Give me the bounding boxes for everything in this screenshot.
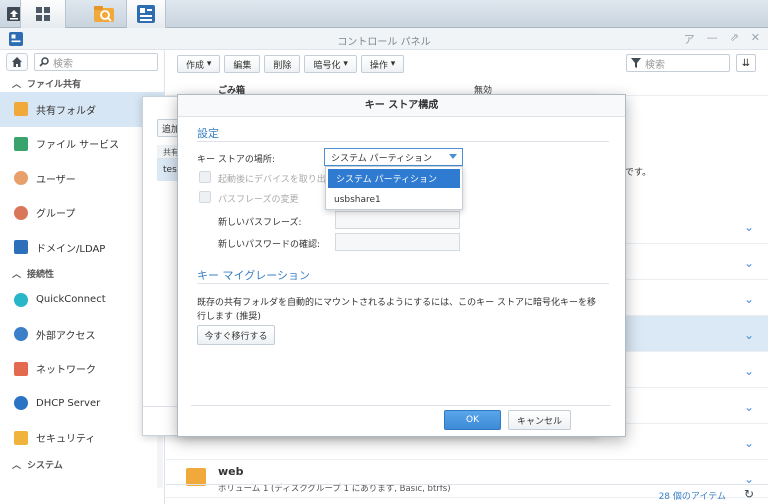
chevron-down-icon[interactable]: ⌄ <box>744 364 754 378</box>
help-icon[interactable]: ア <box>684 31 695 47</box>
shared-folder-icon <box>14 102 28 117</box>
section-file-sharing[interactable]: ︿ ファイル共有 <box>0 74 164 92</box>
sidebar-item-network[interactable]: ネットワーク <box>0 352 164 387</box>
collapse-icon: ︿ <box>12 460 22 471</box>
confirm-password-label: 新しいパスワードの確認: <box>218 240 321 250</box>
sidebar: 検索 ︿ ファイル共有 共有フォルダ ファイル サービス ユーザー グループ ドメ… <box>0 50 165 504</box>
dhcp-icon <box>14 396 28 411</box>
encrypt-button[interactable]: 暗号化 ▾ <box>304 55 357 73</box>
sort-button[interactable]: ⇊ <box>736 54 756 72</box>
section-connectivity[interactable]: ︿ 接続性 <box>0 265 164 283</box>
migrate-now-button[interactable]: 今すぐ移行する <box>197 325 275 345</box>
sidebar-item-group[interactable]: グループ <box>0 196 164 231</box>
new-passphrase-input[interactable] <box>335 211 460 229</box>
ok-button[interactable]: OK <box>444 410 501 430</box>
user-icon <box>14 171 28 186</box>
chevron-down-icon[interactable]: ⌄ <box>744 400 754 414</box>
new-passphrase-label: 新しいパスフレーズ: <box>218 218 302 228</box>
confirm-password-input[interactable] <box>335 233 460 251</box>
control-panel-task-button[interactable] <box>126 0 166 28</box>
group-icon <box>14 205 28 220</box>
change-passphrase-label: パスフレーズの変更 <box>218 195 299 205</box>
sidebar-item-quickconnect[interactable]: QuickConnect <box>0 283 164 318</box>
filter-icon <box>631 58 641 68</box>
filter-search-input[interactable]: 検索 <box>626 54 730 72</box>
list-footer: 28 個のアイテム ↻ <box>166 484 768 504</box>
create-button[interactable]: 作成 ▾ <box>177 55 221 73</box>
action-button[interactable]: 操作 ▾ <box>360 55 405 73</box>
main-menu-button[interactable] <box>20 0 66 28</box>
sidebar-item-shared-folder[interactable]: 共有フォルダ <box>0 92 164 127</box>
collapse-icon: ︿ <box>12 270 22 280</box>
file-station-icon <box>94 6 114 22</box>
divider <box>197 283 609 284</box>
automount-checkbox[interactable] <box>199 171 211 183</box>
divider <box>191 405 611 406</box>
key-store-label: キー ストアの場所: <box>197 155 275 165</box>
file-services-icon <box>14 136 28 151</box>
collapse-icon: ︿ <box>12 79 22 90</box>
window-titlebar: コントロール パネル ア — ⇗ ✕ <box>0 28 768 50</box>
chevron-down-icon[interactable]: ⌄ <box>744 292 754 306</box>
sidebar-item-security[interactable]: セキュリティ <box>0 421 164 456</box>
sidebar-item-dhcp-server[interactable]: DHCP Server <box>0 386 164 421</box>
sidebar-search-placeholder: 検索 <box>53 58 73 70</box>
delete-button[interactable]: 削除 <box>264 55 301 73</box>
sort-icon: ⇊ <box>741 57 751 69</box>
sidebar-search-input[interactable]: 検索 <box>34 53 158 71</box>
automount-label: 起動後にデバイスを取り出す <box>218 175 328 185</box>
close-icon[interactable]: ✕ <box>751 31 760 47</box>
sidebar-item-file-services[interactable]: ファイル サービス <box>0 127 164 162</box>
sidebar-item-external-access[interactable]: 外部アクセス <box>0 317 164 352</box>
item-count: 28 個のアイテム <box>658 492 726 502</box>
shield-icon <box>14 430 28 445</box>
control-panel-icon <box>137 5 155 23</box>
dropdown-option-system-partition[interactable]: システム パーティション <box>328 169 460 188</box>
divider <box>197 141 609 142</box>
refresh-icon[interactable]: ↻ <box>744 487 754 501</box>
grid-icon <box>36 7 50 21</box>
sidebar-item-domain-ldap[interactable]: ドメイン/LDAP <box>0 230 164 265</box>
section-system[interactable]: ︿ システム <box>0 455 164 473</box>
chevron-down-icon[interactable]: ⌄ <box>744 328 754 342</box>
migration-text: 既存の共有フォルダを自動的にマウントされるようにするには、このキー ストアに暗号… <box>197 298 596 308</box>
cancel-button[interactable]: キャンセル <box>508 410 571 430</box>
settings-section-title: 設定 <box>197 127 219 140</box>
edit-button[interactable]: 編集 <box>224 55 261 73</box>
home-icon <box>12 57 22 67</box>
key-store-select[interactable]: システム パーティション <box>324 148 463 166</box>
sidebar-item-user[interactable]: ユーザー <box>0 161 164 196</box>
migration-section-title: キー マイグレーション <box>197 269 311 282</box>
window-title: コントロール パネル <box>337 37 431 48</box>
dropdown-option-usbshare1[interactable]: usbshare1 <box>326 190 462 210</box>
chevron-down-icon <box>449 154 457 159</box>
file-station-button[interactable] <box>84 0 124 28</box>
key-store-dialog: キー ストア構成 設定 キー ストアの場所: システム パーティション 起動後に… <box>177 94 626 437</box>
key-store-dropdown: システム パーティション usbshare1 <box>325 166 463 210</box>
home-button[interactable] <box>6 53 28 71</box>
globe-icon <box>14 327 28 342</box>
network-home-icon <box>14 361 28 376</box>
search-icon <box>39 57 49 67</box>
chevron-down-icon[interactable]: ⌄ <box>744 256 754 270</box>
domain-icon <box>14 240 28 255</box>
change-passphrase-checkbox[interactable] <box>199 191 211 203</box>
minimize-icon[interactable]: — <box>707 31 718 47</box>
maximize-icon[interactable]: ⇗ <box>730 31 739 47</box>
chevron-down-icon[interactable]: ⌄ <box>744 436 754 450</box>
quickconnect-icon <box>14 292 28 307</box>
chevron-down-icon[interactable]: ⌄ <box>744 220 754 234</box>
taskbar <box>0 0 768 133</box>
migration-text-recommended: 行します (推奨) <box>197 312 261 322</box>
dialog-title: キー ストア構成 <box>178 95 625 117</box>
